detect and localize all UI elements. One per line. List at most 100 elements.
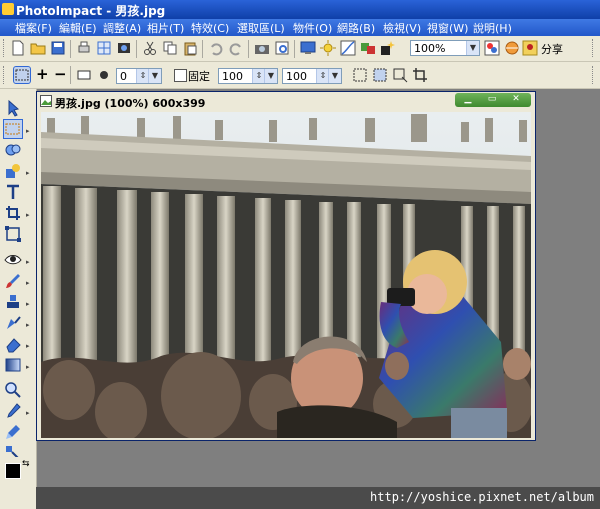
document-title-bar[interactable]: 男孩.jpg (100%) 600x399 ▁ ▭ ✕ xyxy=(37,92,535,110)
watermark-text: http://yoshice.pixnet.net/album xyxy=(370,490,594,504)
tool-panel: ▸ ▸ ▸ ▸ ▸ ▸ ▸ ▸ ▸ ▸ xyxy=(0,89,37,487)
share-icon[interactable] xyxy=(522,40,538,56)
toolbar-grip[interactable] xyxy=(592,66,596,84)
image-icon xyxy=(40,95,52,107)
save-icon[interactable] xyxy=(50,40,66,56)
menu-effects[interactable]: 特效(C) xyxy=(190,20,230,36)
filter-icon[interactable] xyxy=(360,40,376,56)
zoom-value: 100% xyxy=(414,42,446,55)
selection-tool-icon[interactable] xyxy=(3,119,23,139)
title-bar: PhotoImpact - 男孩.jpg xyxy=(0,0,600,19)
pick-tool-icon[interactable] xyxy=(4,99,22,117)
chevron-right-icon[interactable]: ▸ xyxy=(26,279,30,287)
close-icon[interactable]: ✕ xyxy=(505,94,527,105)
chevron-right-icon[interactable]: ▸ xyxy=(26,321,30,329)
chevron-down-icon[interactable]: ▼ xyxy=(466,41,479,55)
soft-edge-icon[interactable] xyxy=(96,67,112,83)
window-controls: ▁ ▭ ✕ xyxy=(455,93,531,107)
chevron-right-icon[interactable]: ▸ xyxy=(26,169,30,177)
chevron-right-icon[interactable]: ▸ xyxy=(26,409,30,417)
image-canvas[interactable] xyxy=(41,112,531,438)
toolbar-grip[interactable] xyxy=(592,39,596,57)
menu-window[interactable]: 視窗(W) xyxy=(426,20,469,36)
swap-colors-icon[interactable]: ⇆ xyxy=(22,459,30,469)
maximize-icon[interactable]: ▭ xyxy=(481,94,503,105)
toolbar-separator xyxy=(136,40,137,58)
chevron-right-icon[interactable]: ▸ xyxy=(26,342,30,350)
layers-icon[interactable] xyxy=(484,40,500,56)
chevron-down-icon[interactable]: ▼ xyxy=(328,69,341,83)
effects-icon[interactable] xyxy=(380,40,396,56)
soft-edge-input[interactable]: 0 ⇕ ▼ xyxy=(116,68,162,84)
menu-view[interactable]: 檢視(V) xyxy=(382,20,422,36)
redo-icon[interactable] xyxy=(228,40,244,56)
transform-tool-icon[interactable] xyxy=(4,225,22,243)
minimize-icon[interactable]: ▁ xyxy=(457,94,479,105)
new-icon[interactable] xyxy=(10,40,26,56)
toolbar-separator xyxy=(294,40,295,58)
chevron-right-icon[interactable]: ▸ xyxy=(26,127,30,135)
web-icon[interactable] xyxy=(504,40,520,56)
selection-mode-icon[interactable] xyxy=(13,66,31,84)
eyedropper-tool-icon[interactable] xyxy=(4,402,22,420)
window-title: PhotoImpact - 男孩.jpg xyxy=(16,4,166,18)
toolbar-grip[interactable] xyxy=(3,66,7,84)
undo-icon[interactable] xyxy=(208,40,224,56)
menu-help[interactable]: 說明(H) xyxy=(472,20,513,36)
menu-selection[interactable]: 選取區(L) xyxy=(236,20,286,36)
cut-icon[interactable] xyxy=(142,40,158,56)
text-tool-icon[interactable] xyxy=(4,183,22,201)
preview-icon[interactable] xyxy=(274,40,290,56)
menu-adjust[interactable]: 調整(A) xyxy=(102,20,142,36)
open-icon[interactable] xyxy=(30,40,46,56)
eraser-tool-icon[interactable] xyxy=(4,335,22,353)
copy-icon[interactable] xyxy=(162,40,178,56)
chevron-right-icon[interactable]: ▸ xyxy=(26,258,30,266)
eye-tool-icon[interactable] xyxy=(4,251,22,269)
invert-selection-icon[interactable] xyxy=(372,67,388,83)
clone-tool-icon[interactable] xyxy=(4,293,22,311)
toolbar-grip[interactable] xyxy=(3,39,7,57)
monitor-icon[interactable] xyxy=(300,40,316,56)
gradient-tool-icon[interactable] xyxy=(4,356,22,374)
add-mode-icon[interactable]: + xyxy=(36,65,49,83)
chevron-right-icon[interactable]: ▸ xyxy=(26,300,30,308)
fixed-checkbox[interactable] xyxy=(174,69,187,82)
paint-tool-icon[interactable] xyxy=(4,423,22,441)
retouch-tool-icon[interactable] xyxy=(4,314,22,332)
crop-icon[interactable] xyxy=(412,67,428,83)
select-all-icon[interactable] xyxy=(352,67,368,83)
zoom-tool-icon[interactable] xyxy=(4,381,22,399)
width-input[interactable]: 100 ⇕ ▼ xyxy=(218,68,278,84)
share-label[interactable]: 分享 xyxy=(541,41,563,57)
chevron-down-icon[interactable]: ▼ xyxy=(264,69,277,83)
paste-icon[interactable] xyxy=(182,40,198,56)
brush-tool-icon[interactable] xyxy=(4,272,22,290)
chevron-down-icon[interactable]: ▼ xyxy=(148,69,161,83)
zoom-select[interactable]: 100% ▼ xyxy=(410,40,480,56)
crop-tool-icon[interactable] xyxy=(4,204,22,222)
menu-photo[interactable]: 相片(T) xyxy=(146,20,185,36)
shape-rect-icon[interactable] xyxy=(76,67,92,83)
menu-web[interactable]: 網路(B) xyxy=(336,20,376,36)
document-window[interactable]: 男孩.jpg (100%) 600x399 ▁ ▭ ✕ xyxy=(36,91,536,441)
menu-object[interactable]: 物件(O) xyxy=(292,20,333,36)
fixed-label: 固定 xyxy=(188,70,210,83)
shape-tool-icon[interactable] xyxy=(4,162,22,180)
chevron-right-icon[interactable]: ▸ xyxy=(26,211,30,219)
print-icon[interactable] xyxy=(76,40,92,56)
lasso-tool-icon[interactable] xyxy=(4,141,22,159)
height-input[interactable]: 100 ⇕ ▼ xyxy=(282,68,342,84)
subtract-mode-icon[interactable]: − xyxy=(54,65,67,83)
menu-file[interactable]: 檔案(F) xyxy=(14,20,53,36)
scan-icon[interactable] xyxy=(96,40,112,56)
menu-edit[interactable]: 編輯(E) xyxy=(58,20,98,36)
capture-icon[interactable] xyxy=(116,40,132,56)
camera-icon[interactable] xyxy=(254,40,270,56)
curve-icon[interactable] xyxy=(340,40,356,56)
foreground-color-swatch[interactable] xyxy=(5,463,21,479)
chevron-right-icon[interactable]: ▸ xyxy=(26,363,30,371)
feather-icon[interactable] xyxy=(392,67,408,83)
adjust-icon[interactable] xyxy=(320,40,336,56)
app-icon xyxy=(2,3,14,15)
